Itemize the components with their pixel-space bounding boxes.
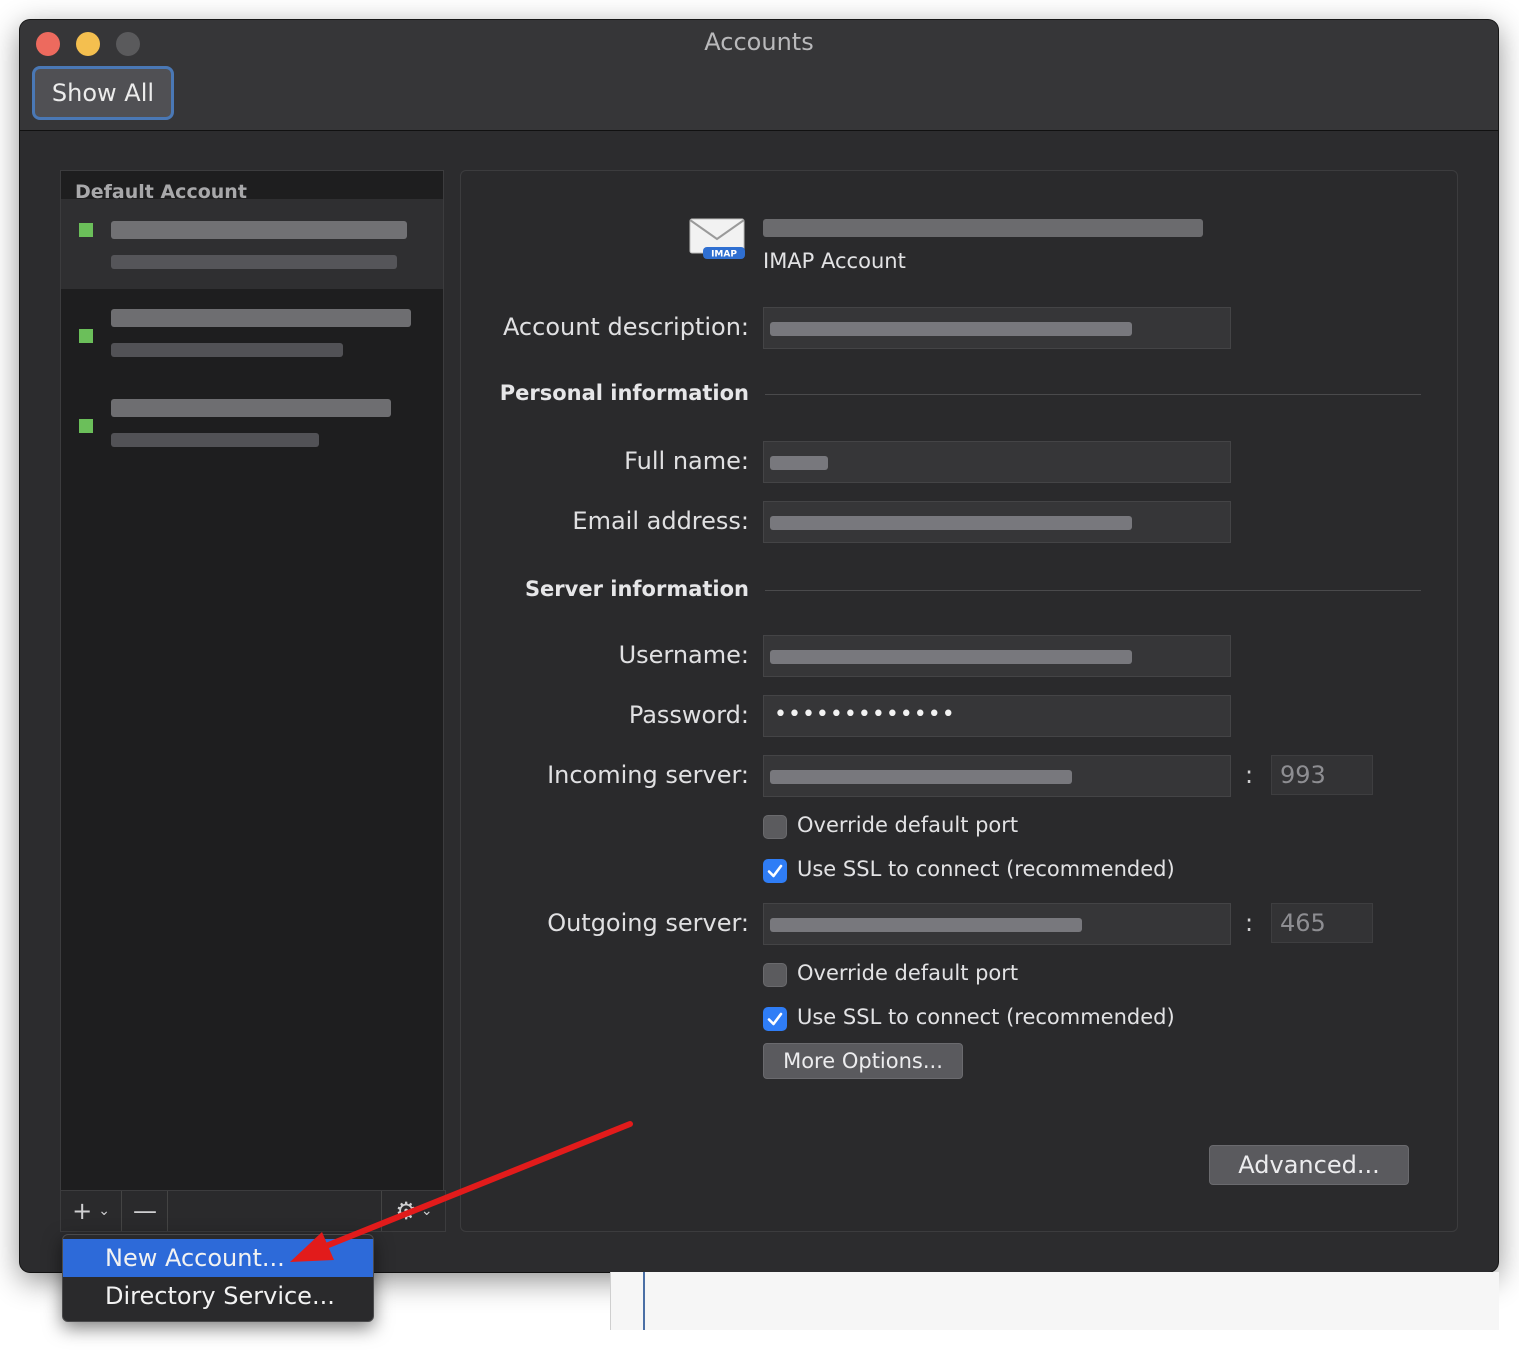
plus-icon: + xyxy=(72,1197,93,1225)
section-divider xyxy=(765,394,1421,395)
add-account-button[interactable]: + ⌄ xyxy=(61,1191,122,1231)
redacted-value xyxy=(770,770,1072,784)
more-options-button[interactable]: More Options... xyxy=(763,1043,963,1079)
sidebar-toolbar: + ⌄ — ⚙ ⌄ xyxy=(60,1190,446,1232)
checkmark-icon xyxy=(767,864,783,878)
background-window-strip xyxy=(610,1272,1499,1330)
incoming-override-port-label[interactable]: Override default port xyxy=(797,813,1018,837)
email-address-label: Email address: xyxy=(572,507,749,535)
full-name-label: Full name: xyxy=(624,447,749,475)
incoming-server-field[interactable] xyxy=(763,755,1231,797)
account-detail-panel: IMAP IMAP Account Account description: P… xyxy=(460,170,1458,1232)
outgoing-use-ssl-label[interactable]: Use SSL to connect (recommended) xyxy=(797,1005,1175,1029)
background-divider xyxy=(643,1272,645,1330)
section-divider xyxy=(765,590,1421,591)
gear-icon: ⚙ xyxy=(395,1197,417,1225)
incoming-use-ssl-checkbox[interactable] xyxy=(763,859,787,883)
chevron-down-icon: ⌄ xyxy=(420,1203,433,1219)
account-status-dot xyxy=(79,329,93,343)
imap-mail-icon: IMAP xyxy=(689,218,745,260)
redacted-value xyxy=(770,516,1132,530)
account-description-label: Account description: xyxy=(502,313,749,341)
redacted-value xyxy=(770,322,1132,336)
password-mask: ••••••••••••• xyxy=(774,702,956,727)
account-status-dot xyxy=(79,419,93,433)
personal-information-heading: Personal information xyxy=(499,381,749,405)
outgoing-override-port-checkbox[interactable] xyxy=(763,963,787,987)
port-separator: : xyxy=(1245,761,1254,789)
redacted-value xyxy=(770,918,1082,932)
account-list-item[interactable] xyxy=(61,289,443,379)
outgoing-server-field[interactable] xyxy=(763,903,1231,945)
remove-account-button[interactable]: — xyxy=(123,1191,168,1231)
chevron-down-icon: ⌄ xyxy=(98,1203,110,1219)
menu-item-directory-service[interactable]: Directory Service... xyxy=(63,1277,373,1315)
server-information-heading: Server information xyxy=(524,577,749,601)
account-actions-button[interactable]: ⚙ ⌄ xyxy=(381,1191,446,1231)
minus-icon: — xyxy=(133,1197,157,1225)
checkmark-icon xyxy=(767,1012,783,1026)
accounts-sidebar: Default Account xyxy=(60,170,444,1192)
password-label: Password: xyxy=(628,701,749,729)
incoming-use-ssl-label[interactable]: Use SSL to connect (recommended) xyxy=(797,857,1175,881)
redacted-value xyxy=(770,456,828,470)
accounts-window: Accounts Show All Default Account + ⌄ — xyxy=(20,20,1498,1272)
add-account-menu: New Account... Directory Service... xyxy=(62,1234,374,1322)
account-description-field[interactable] xyxy=(763,307,1231,349)
imap-badge-text: IMAP xyxy=(711,250,737,260)
email-address-field[interactable] xyxy=(763,501,1231,543)
show-all-button[interactable]: Show All xyxy=(32,66,174,120)
account-type-label: IMAP Account xyxy=(763,249,906,273)
password-field[interactable]: ••••••••••••• xyxy=(763,695,1231,737)
account-email-redacted xyxy=(111,433,319,447)
menu-item-new-account[interactable]: New Account... xyxy=(63,1239,373,1277)
account-status-dot xyxy=(79,223,93,237)
outgoing-server-label: Outgoing server: xyxy=(547,909,749,937)
username-label: Username: xyxy=(618,641,749,669)
account-list-item[interactable] xyxy=(61,199,443,289)
incoming-server-label: Incoming server: xyxy=(547,761,749,789)
advanced-button[interactable]: Advanced... xyxy=(1209,1145,1409,1185)
outgoing-use-ssl-checkbox[interactable] xyxy=(763,1007,787,1031)
port-separator: : xyxy=(1245,909,1254,937)
incoming-override-port-checkbox[interactable] xyxy=(763,815,787,839)
redacted-value xyxy=(770,650,1132,664)
account-email-redacted xyxy=(763,219,1203,237)
outgoing-port-field[interactable]: 465 xyxy=(1271,903,1373,943)
account-email-redacted xyxy=(111,255,397,269)
account-list-item[interactable] xyxy=(61,379,443,469)
window-title: Accounts xyxy=(704,28,814,56)
account-name-redacted xyxy=(111,309,411,327)
account-name-redacted xyxy=(111,221,407,239)
full-name-field[interactable] xyxy=(763,441,1231,483)
account-email-redacted xyxy=(111,343,343,357)
account-name-redacted xyxy=(111,399,391,417)
username-field[interactable] xyxy=(763,635,1231,677)
titlebar: Accounts Show All xyxy=(20,20,1498,131)
outgoing-override-port-label[interactable]: Override default port xyxy=(797,961,1018,985)
incoming-port-field[interactable]: 993 xyxy=(1271,755,1373,795)
